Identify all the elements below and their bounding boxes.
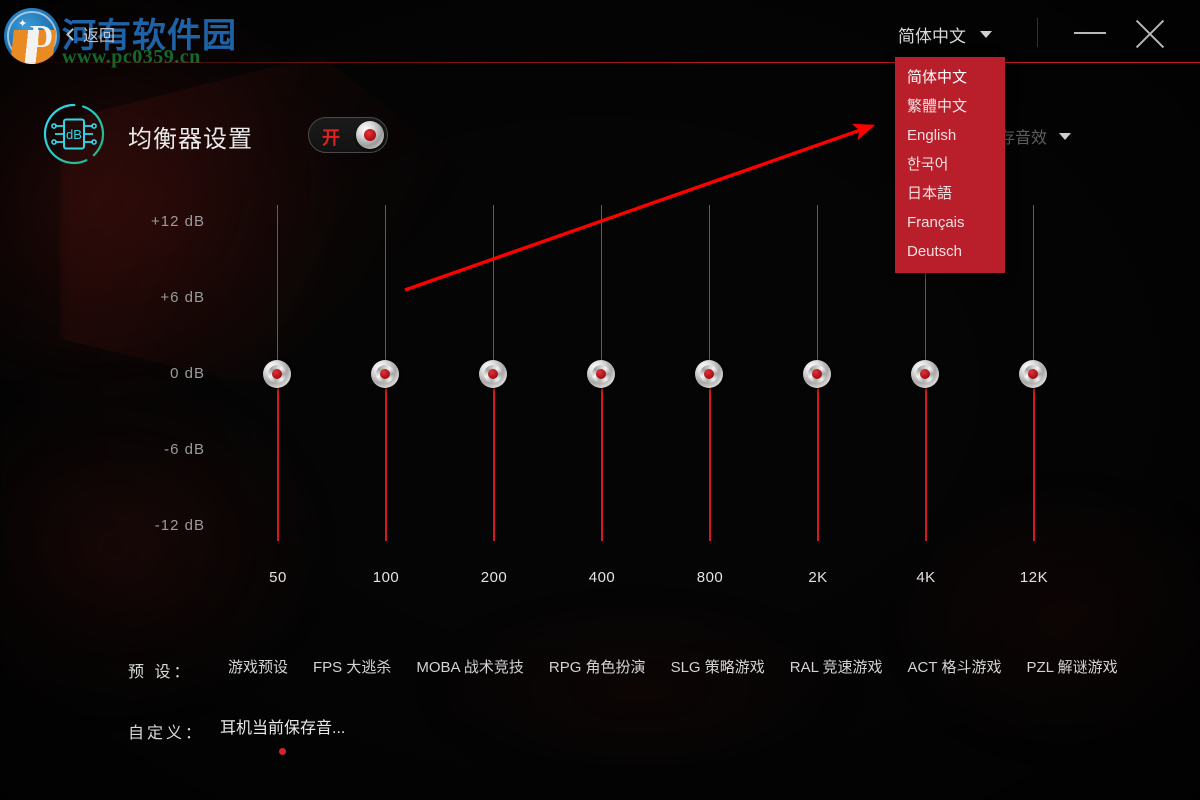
eq-slider-800[interactable] bbox=[680, 0, 740, 800]
slider-track-lower bbox=[385, 374, 387, 541]
slider-knob-800[interactable] bbox=[695, 360, 723, 388]
slider-knob-2K[interactable] bbox=[803, 360, 831, 388]
eq-slider-200[interactable] bbox=[464, 0, 524, 800]
freq-axis-label-800: 800 bbox=[696, 569, 724, 586]
slider-knob-4K[interactable] bbox=[911, 360, 939, 388]
language-menu-item-0[interactable]: 简体中文 bbox=[895, 63, 1005, 92]
freq-axis-label-4K: 4K bbox=[916, 569, 936, 586]
freq-axis-label-2K: 2K bbox=[808, 569, 828, 586]
eq-slider-400[interactable] bbox=[572, 0, 632, 800]
preset-item-1[interactable]: FPS 大逃杀 bbox=[313, 656, 391, 677]
custom-label: 自定义： bbox=[128, 725, 205, 742]
slider-track-upper bbox=[1033, 205, 1034, 374]
slider-knob-12K[interactable] bbox=[1019, 360, 1047, 388]
preset-item-7[interactable]: PZL 解谜游戏 bbox=[1026, 656, 1117, 677]
slider-track-lower bbox=[925, 374, 927, 541]
preset-item-0[interactable]: 游戏预设 bbox=[228, 656, 288, 677]
freq-axis-label-12K: 12K bbox=[1019, 569, 1049, 586]
language-menu-item-1[interactable]: 繁體中文 bbox=[895, 92, 1005, 121]
eq-slider-2K[interactable] bbox=[788, 0, 848, 800]
db-axis-label-3: -6 dB bbox=[164, 441, 205, 458]
presets-label: 预 设： bbox=[128, 664, 193, 681]
eq-slider-50[interactable] bbox=[248, 0, 308, 800]
slider-track-upper bbox=[601, 205, 602, 374]
preset-list: 游戏预设 FPS 大逃杀 MOBA 战术竞技 RPG 角色扮演 SLG 策略游戏 RAL … bbox=[228, 656, 1118, 677]
slider-track-lower bbox=[493, 374, 495, 541]
slider-track-lower bbox=[277, 374, 279, 541]
preset-item-6[interactable]: ACT 格斗游戏 bbox=[908, 656, 1002, 677]
db-axis-label-0: +12 dB bbox=[151, 213, 205, 230]
preset-item-2[interactable]: MOBA 战术竞技 bbox=[416, 656, 524, 677]
slider-knob-50[interactable] bbox=[263, 360, 291, 388]
language-menu-item-6[interactable]: Deutsch bbox=[895, 237, 1005, 266]
slider-track-upper bbox=[277, 205, 278, 374]
language-menu-item-3[interactable]: 한국어 bbox=[895, 150, 1005, 179]
slider-knob-100[interactable] bbox=[371, 360, 399, 388]
slider-knob-200[interactable] bbox=[479, 360, 507, 388]
language-menu-item-4[interactable]: 日本語 bbox=[895, 179, 1005, 208]
slider-track-upper bbox=[493, 205, 494, 374]
slider-track-lower bbox=[817, 374, 819, 541]
preset-item-3[interactable]: RPG 角色扮演 bbox=[549, 656, 646, 677]
db-axis-label-2: 0 dB bbox=[170, 365, 205, 382]
slider-knob-400[interactable] bbox=[587, 360, 615, 388]
equalizer-app-window: ✦ D 河有软件园 www.pc0359.cn 返回 简体中文 dB 均衡器设置… bbox=[0, 0, 1200, 800]
db-axis-label-4: -12 dB bbox=[154, 517, 205, 534]
language-dropdown-menu[interactable]: 简体中文 繁體中文 English 한국어 日本語 Français Deutsch bbox=[895, 57, 1005, 273]
freq-axis-label-200: 200 bbox=[480, 569, 508, 586]
preset-item-5[interactable]: RAL 竞速游戏 bbox=[790, 656, 883, 677]
slider-track-upper bbox=[385, 205, 386, 374]
custom-list: 耳机当前保存音... bbox=[220, 714, 345, 755]
eq-slider-100[interactable] bbox=[356, 0, 416, 800]
eq-slider-12K[interactable] bbox=[1004, 0, 1064, 800]
slider-track-lower bbox=[601, 374, 603, 541]
slider-track-lower bbox=[1033, 374, 1035, 541]
freq-axis-label-50: 50 bbox=[269, 569, 287, 586]
slider-track-upper bbox=[817, 205, 818, 374]
custom-selected-indicator bbox=[278, 748, 286, 755]
language-menu-item-5[interactable]: Français bbox=[895, 208, 1005, 237]
freq-axis-label-400: 400 bbox=[588, 569, 616, 586]
db-axis-label-1: +6 dB bbox=[160, 289, 205, 306]
slider-track-upper bbox=[709, 205, 710, 374]
custom-item-0[interactable]: 耳机当前保存音... bbox=[220, 714, 345, 755]
preset-item-4[interactable]: SLG 策略游戏 bbox=[671, 656, 765, 677]
language-menu-item-2[interactable]: English bbox=[895, 121, 1005, 150]
freq-axis-label-100: 100 bbox=[372, 569, 400, 586]
slider-track-lower bbox=[709, 374, 711, 541]
